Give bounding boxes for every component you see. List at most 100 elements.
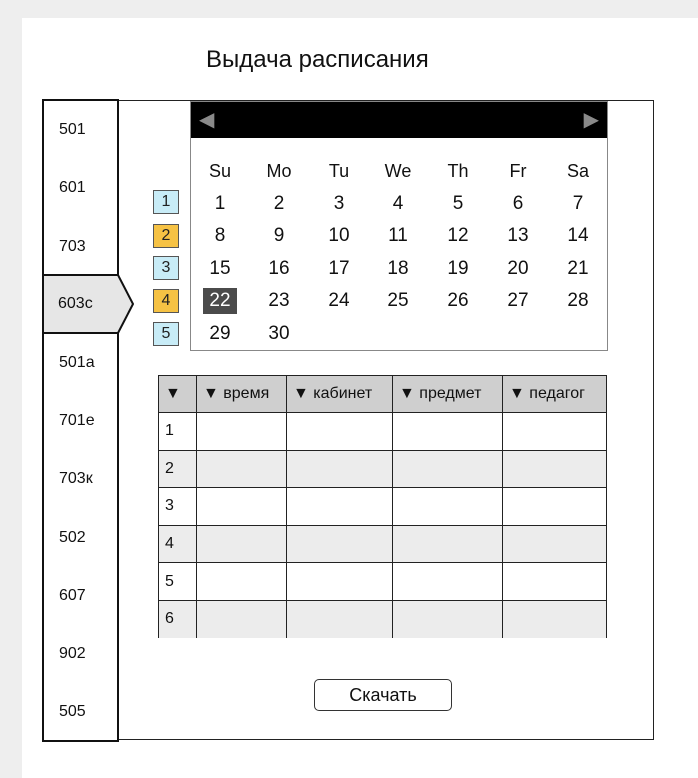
table-cell[interactable] (393, 488, 503, 525)
table-cell[interactable] (503, 413, 606, 450)
table-cell[interactable] (393, 563, 503, 600)
sidebar-item-label: 603с (58, 295, 93, 312)
calendar-day[interactable]: 2 (262, 191, 296, 217)
week-row: 1234567 (191, 191, 607, 224)
calendar-day[interactable]: 13 (501, 223, 535, 249)
weekday-label: Sa (566, 161, 590, 181)
weekday-label: Th (447, 161, 469, 181)
column-header[interactable]: ▼ (159, 375, 197, 412)
column-header[interactable]: ▼ педагог (503, 375, 606, 412)
calendar-day[interactable]: 7 (561, 191, 595, 217)
table-cell[interactable] (503, 601, 606, 638)
calendar-day[interactable]: 28 (561, 288, 595, 314)
page-title: Выдача расписания (206, 46, 429, 73)
sidebar-item[interactable]: 703 (44, 218, 117, 276)
calendar-day[interactable]: 14 (561, 223, 595, 249)
sidebar-item[interactable]: 902 (44, 625, 117, 683)
sidebar-item[interactable]: 607 (44, 567, 117, 625)
sidebar-item[interactable]: 701е (44, 392, 117, 450)
calendar-day[interactable]: 11 (381, 223, 415, 249)
calendar-day[interactable]: 8 (203, 223, 237, 249)
table-cell[interactable] (197, 563, 287, 600)
table-cell[interactable] (287, 601, 393, 638)
calendar-day[interactable]: 5 (441, 191, 475, 217)
left-triangle-icon[interactable]: ◀ (199, 107, 214, 132)
calendar-day[interactable]: 21 (561, 256, 595, 282)
weekday-row: Su Mo Tu We Th Fr Sa (191, 158, 607, 191)
room-sidebar: 501 601 703 501а 701е 703к 502 607 902 505 (42, 99, 119, 742)
sidebar-item[interactable]: 703к (44, 450, 117, 508)
week-number-badge[interactable]: 2 (153, 224, 179, 248)
table-row[interactable]: 5 (159, 562, 606, 600)
calendar-day[interactable]: 23 (262, 288, 296, 314)
table-row[interactable]: 2 (159, 449, 606, 488)
table-row[interactable]: 6 (159, 600, 606, 638)
weekday-label: Mo (266, 161, 292, 181)
table-cell[interactable] (393, 413, 503, 450)
week-number-badge[interactable]: 4 (153, 289, 179, 313)
calendar-day[interactable]: 30 (262, 321, 296, 347)
table-cell[interactable] (197, 413, 287, 450)
week-number-badge[interactable]: 5 (153, 322, 179, 346)
table-row[interactable]: 4 (159, 524, 606, 563)
table-cell[interactable] (503, 451, 606, 488)
calendar-day-selected[interactable]: 22 (203, 288, 237, 314)
table-cell[interactable] (393, 525, 503, 563)
calendar-day[interactable]: 9 (262, 223, 296, 249)
sidebar-item-active[interactable]: 603с (42, 274, 134, 334)
calendar-day[interactable]: 20 (501, 256, 535, 282)
table-cell[interactable] (503, 563, 606, 600)
table-row[interactable]: 3 (159, 487, 606, 525)
column-header[interactable]: ▼ время (197, 375, 287, 412)
table-cell[interactable] (197, 450, 287, 488)
calendar-day[interactable]: 24 (322, 288, 356, 314)
calendar-day[interactable]: 15 (203, 256, 237, 282)
calendar-day[interactable]: 4 (381, 191, 415, 217)
sidebar-item[interactable]: 502 (44, 509, 117, 567)
weekday-label: Tu (328, 161, 350, 181)
right-triangle-icon[interactable]: ▶ (584, 107, 599, 132)
sidebar-item[interactable]: 601 (44, 159, 117, 217)
table-cell[interactable] (503, 488, 606, 525)
row-number: 3 (159, 488, 197, 525)
schedule-table: ▼ ▼ время ▼ кабинет ▼ предмет ▼ педагог 1234… (158, 375, 607, 638)
table-cell[interactable] (287, 525, 393, 563)
week-row: 8 9 10 11 12 13 14 (191, 223, 607, 256)
calendar-day[interactable]: 12 (441, 223, 475, 249)
weekday-label: Fr (509, 161, 527, 181)
sidebar-item[interactable]: 501 (44, 101, 117, 159)
table-cell[interactable] (197, 525, 287, 563)
calendar-day[interactable]: 17 (322, 256, 356, 282)
table-cell[interactable] (197, 488, 287, 525)
calendar-day[interactable]: 26 (441, 288, 475, 314)
calendar-day[interactable]: 19 (441, 256, 475, 282)
table-cell[interactable] (503, 526, 606, 563)
calendar-day[interactable]: 27 (501, 288, 535, 314)
download-button[interactable]: Скачать (314, 679, 452, 711)
calendar-day[interactable]: 25 (381, 288, 415, 314)
calendar-day[interactable]: 29 (203, 321, 237, 347)
table-cell[interactable] (287, 488, 393, 525)
sidebar-item[interactable]: 505 (44, 683, 117, 741)
calendar-day[interactable]: 1 (203, 191, 237, 217)
column-header[interactable]: ▼ кабинет (287, 375, 393, 412)
week-row: 22 23 24 25 26 27 28 (191, 288, 607, 321)
weekday-label: We (384, 161, 412, 181)
table-row[interactable]: 1 (159, 412, 606, 450)
week-number-badge[interactable]: 1 (153, 190, 179, 214)
column-header[interactable]: ▼ предмет (393, 375, 503, 412)
table-cell[interactable] (393, 450, 503, 488)
table-cell[interactable] (393, 601, 503, 638)
calendar-day[interactable]: 6 (501, 191, 535, 217)
sidebar-item[interactable]: 501а (44, 334, 117, 392)
table-cell[interactable] (287, 563, 393, 600)
calendar-day[interactable]: 16 (262, 256, 296, 282)
calendar-day[interactable]: 3 (322, 191, 356, 217)
calendar-grid: Su Mo Tu We Th Fr Sa 1 2 3 4 5 6 7 8 9 10 11 12 13 14 15 16 17 1… (191, 158, 607, 353)
table-cell[interactable] (287, 413, 393, 450)
table-cell[interactable] (197, 601, 287, 638)
calendar-day[interactable]: 10 (322, 223, 356, 249)
week-number-badge[interactable]: 3 (153, 256, 179, 280)
table-cell[interactable] (287, 450, 393, 488)
calendar-day[interactable]: 18 (381, 256, 415, 282)
